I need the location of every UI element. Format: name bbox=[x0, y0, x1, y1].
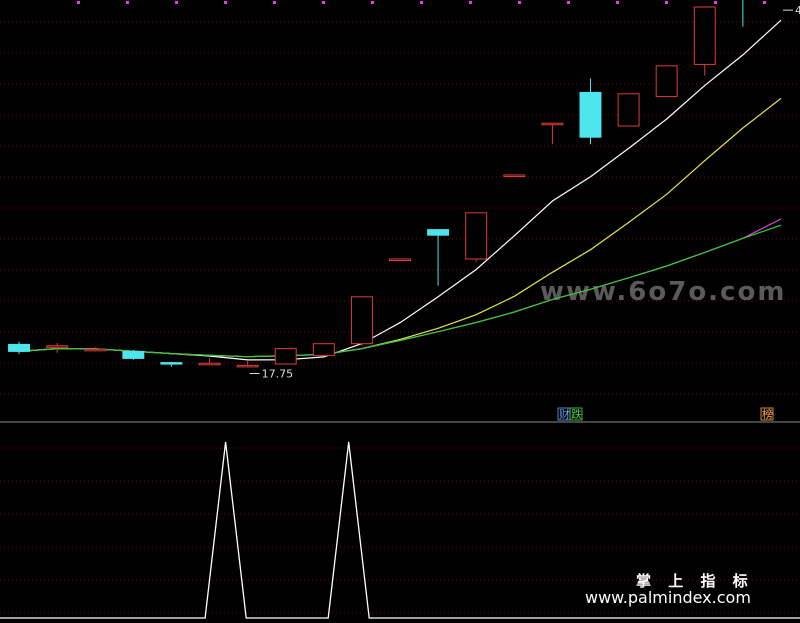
candle bbox=[274, 348, 297, 365]
candle-body bbox=[160, 362, 183, 365]
candle bbox=[236, 361, 259, 368]
top-dot bbox=[273, 1, 276, 4]
stock-chart: www.6o7o.com 42.9917.75 财跌榜 掌 上 指 标 www.… bbox=[0, 0, 800, 623]
ma10-line bbox=[18, 97, 782, 358]
footer-url: www.palmindex.com bbox=[585, 588, 751, 607]
candle bbox=[579, 78, 602, 145]
top-dot bbox=[714, 1, 717, 4]
candle-body bbox=[236, 364, 259, 368]
candle bbox=[617, 93, 640, 127]
badge-label: 榜 bbox=[762, 407, 773, 421]
top-dot bbox=[518, 1, 521, 4]
candle bbox=[655, 65, 678, 98]
candle bbox=[122, 350, 145, 360]
top-dot bbox=[763, 1, 766, 4]
candle-body bbox=[465, 212, 488, 260]
watermark-text: www.6o7o.com bbox=[540, 277, 786, 307]
top-dot bbox=[616, 1, 619, 4]
candle bbox=[742, 0, 744, 27]
top-dot bbox=[567, 1, 570, 4]
candle-body bbox=[198, 362, 221, 366]
candle-body bbox=[122, 350, 145, 359]
top-dot bbox=[420, 1, 423, 4]
top-dot bbox=[175, 1, 178, 4]
top-dot bbox=[322, 1, 325, 4]
candle bbox=[350, 296, 373, 346]
candle bbox=[160, 361, 183, 367]
candle-body bbox=[579, 91, 602, 138]
candle bbox=[312, 343, 335, 357]
event-badges: 财跌 榜 bbox=[557, 407, 774, 421]
candle bbox=[427, 229, 450, 286]
candle bbox=[389, 258, 411, 261]
candle bbox=[541, 122, 564, 145]
top-dot bbox=[665, 1, 668, 4]
candle-body bbox=[617, 93, 640, 127]
candle-body bbox=[503, 174, 526, 177]
candle bbox=[693, 6, 716, 76]
candle bbox=[8, 341, 31, 355]
candle bbox=[465, 212, 488, 262]
candle-body bbox=[312, 343, 335, 357]
candle-body bbox=[655, 65, 678, 98]
candle bbox=[198, 358, 221, 366]
candle-body bbox=[389, 258, 411, 261]
top-dot-markers bbox=[77, 1, 766, 4]
top-dot bbox=[469, 1, 472, 4]
candle-body bbox=[8, 343, 31, 352]
grid-lines bbox=[0, 21, 800, 614]
top-dot bbox=[126, 1, 129, 4]
annotation-label: 17.75 bbox=[262, 368, 294, 381]
candle-body bbox=[46, 345, 69, 348]
candle-body bbox=[427, 229, 450, 236]
candle bbox=[503, 174, 526, 177]
kline-chart-canvas: www.6o7o.com 42.9917.75 财跌榜 掌 上 指 标 www.… bbox=[0, 0, 800, 619]
candlesticks bbox=[8, 0, 744, 368]
candle bbox=[46, 343, 69, 353]
candle bbox=[84, 347, 107, 352]
badge-label: 跌 bbox=[571, 407, 582, 421]
badge-label: 财 bbox=[559, 407, 570, 421]
top-dot bbox=[77, 1, 80, 4]
candle-body bbox=[693, 6, 716, 65]
top-dot bbox=[371, 1, 374, 4]
candle-body bbox=[541, 122, 564, 126]
annotation-label: 42.99 bbox=[795, 4, 800, 17]
candle-body bbox=[84, 348, 107, 352]
candle-body bbox=[274, 348, 297, 365]
top-dot bbox=[224, 1, 227, 4]
price-annotations: 42.99 17.75 bbox=[249, 4, 800, 381]
candle-body bbox=[350, 296, 373, 345]
